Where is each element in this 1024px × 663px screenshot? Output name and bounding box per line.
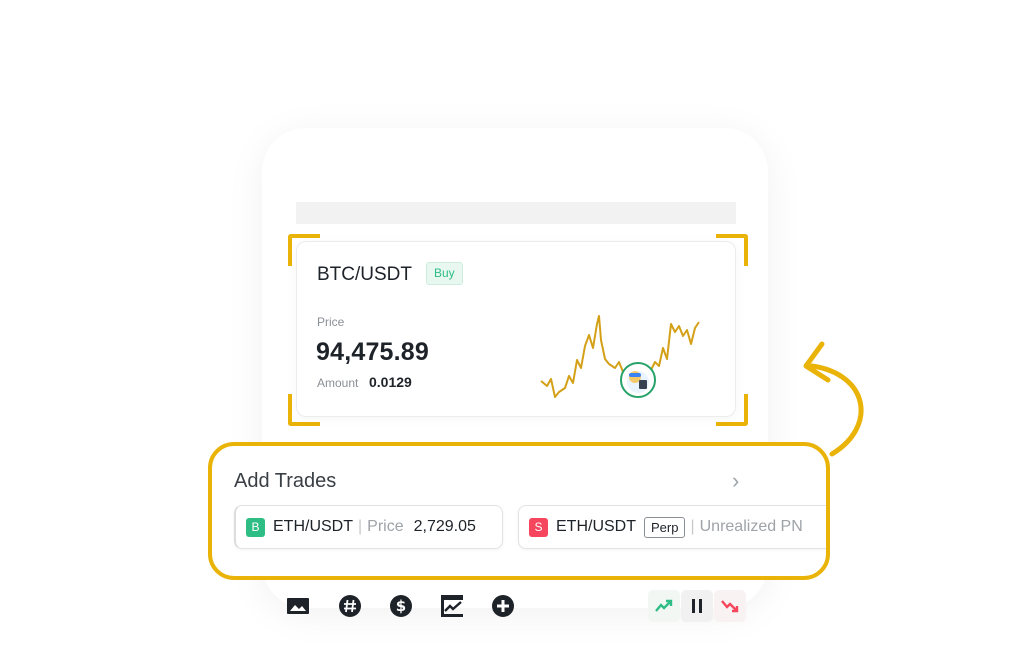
pause-icon — [692, 599, 702, 613]
price-label: Price — [317, 315, 345, 329]
amount-value: 0.0129 — [369, 374, 412, 390]
dollar-icon[interactable]: $ — [389, 594, 413, 618]
add-trades-title: Add Trades — [234, 470, 337, 492]
placeholder-bar — [296, 202, 736, 224]
trade-card[interactable]: BTC/USDT Buy Price 94,475.89 Amount 0.01… — [296, 241, 736, 417]
perp-badge: Perp — [644, 516, 686, 538]
chip-field-value: 2,729.05 — [413, 518, 476, 535]
divider: | — [690, 518, 695, 535]
trend-down-icon — [721, 600, 739, 613]
trend-toggle-group — [648, 590, 746, 622]
price-sparkline — [540, 315, 700, 398]
chip-pair: ETH/USDT — [556, 518, 636, 535]
image-icon[interactable] — [286, 594, 310, 618]
chevron-right-icon[interactable]: › — [732, 468, 739, 494]
price-value: 94,475.89 — [316, 338, 430, 366]
svg-text:$: $ — [396, 597, 406, 615]
add-trades-panel: Add Trades › B ETH/USDT | Price 2,729.05… — [208, 442, 830, 580]
side-badge-buy: B — [246, 517, 265, 537]
amount-label: Amount — [317, 376, 359, 390]
hashtag-icon[interactable] — [338, 594, 362, 618]
divider: | — [358, 518, 363, 535]
chart-icon[interactable] — [440, 594, 464, 618]
trend-up-button[interactable] — [648, 590, 680, 622]
chip-field-label: Price — [367, 518, 404, 535]
buy-badge: Buy — [426, 262, 463, 285]
side-badge-sell: S — [529, 517, 548, 537]
pause-button[interactable] — [681, 590, 713, 622]
chip-field-label: Unrealized PN — [699, 518, 803, 535]
trade-chip[interactable]: B ETH/USDT | Price 2,729.05 — [234, 505, 503, 549]
avatar — [620, 362, 656, 398]
trade-chip[interactable]: S ETH/USDT Perp | Unrealized PN — [518, 505, 826, 549]
add-icon[interactable] — [491, 594, 515, 618]
trend-down-button[interactable] — [714, 590, 746, 622]
trade-pair: BTC/USDT — [317, 264, 412, 285]
chip-pair: ETH/USDT — [273, 518, 353, 535]
trend-up-icon — [655, 599, 673, 612]
